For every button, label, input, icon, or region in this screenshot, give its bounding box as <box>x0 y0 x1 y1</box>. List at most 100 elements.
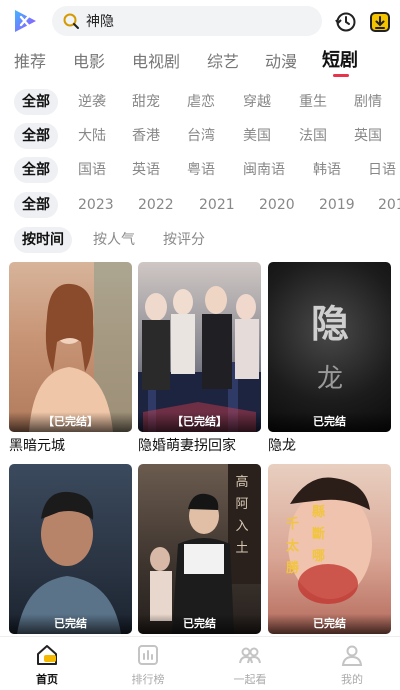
poster-glyph: 哪 <box>312 549 325 564</box>
poster-glyph: 縣 <box>312 504 325 520</box>
filter-row-genre: 全部 逆袭 甜宠 虐恋 穿越 重生 剧情 <box>0 89 400 119</box>
filter-chip[interactable]: 2023 <box>70 192 122 218</box>
filter-chip[interactable]: 法国 <box>291 123 335 149</box>
active-tab-indicator <box>333 74 349 77</box>
poster-art <box>17 491 121 634</box>
status-badge: 已完结 <box>138 614 261 634</box>
filter-row-region: 全部 大陆 香港 台湾 美国 法国 英国 <box>0 123 400 153</box>
tab-tv-series[interactable]: 电视剧 <box>132 48 180 72</box>
filter-chip[interactable]: 英语 <box>124 157 168 183</box>
filter-row-year: 全部 2023 2022 2021 2020 2019 201 <box>0 192 400 222</box>
filter-chip[interactable]: 英国 <box>346 123 390 149</box>
filter-chip[interactable]: 全部 <box>14 157 58 183</box>
filter-chip[interactable]: 全部 <box>14 192 58 218</box>
drama-card[interactable]: 已完结 <box>9 464 132 634</box>
filter-chip[interactable]: 全部 <box>14 123 58 149</box>
filter-chip[interactable]: 2021 <box>191 192 243 218</box>
filter-chip[interactable]: 香港 <box>124 123 168 149</box>
poster-image[interactable]: 【已完结】 <box>9 262 132 432</box>
poster-glyph: 高 <box>235 474 248 490</box>
filter-chip[interactable]: 逆袭 <box>70 89 114 115</box>
poster-glyph: 勝 <box>286 560 300 576</box>
drama-card[interactable]: 【已完结】 黑暗元城 <box>9 262 132 455</box>
filter-row-sort: 按时间 按人气 按评分 <box>0 227 400 257</box>
card-title[interactable]: 隐龙 <box>268 435 391 455</box>
poster-image[interactable]: 已完结 <box>9 464 132 634</box>
poster-glyph: 千 <box>286 516 299 532</box>
filter-chip[interactable]: 大陆 <box>70 123 114 149</box>
bottom-nav: 首页 排行榜 一起看 我的 <box>0 636 400 690</box>
status-badge: 【已完结】 <box>138 412 261 432</box>
filter-chip[interactable]: 台湾 <box>179 123 223 149</box>
filter-chip[interactable]: 穿越 <box>235 89 279 115</box>
poster-image[interactable]: 【已完结】 <box>138 262 261 432</box>
tab-recommend[interactable]: 推荐 <box>14 48 46 72</box>
filter-chip[interactable]: 2020 <box>251 192 303 218</box>
filter-chip[interactable]: 粤语 <box>179 157 223 183</box>
top-bar <box>0 0 400 44</box>
poster-glyph: 隐 <box>311 301 349 346</box>
category-tabs: 推荐 电影 电视剧 综艺 动漫 短剧 <box>0 44 400 80</box>
nav-label: 首页 <box>36 673 58 686</box>
poster-image[interactable]: 高 阿 入 土 已完结 <box>138 464 261 634</box>
nav-label: 我的 <box>341 673 363 686</box>
sort-chip[interactable]: 按时间 <box>14 227 72 253</box>
ranking-icon <box>138 645 158 665</box>
tab-variety[interactable]: 综艺 <box>207 48 239 72</box>
nav-watch-together[interactable]: 一起看 <box>220 643 280 687</box>
poster-art: 隐 龙 <box>311 301 349 394</box>
status-badge: 【已完结】 <box>9 412 132 432</box>
tab-movie[interactable]: 电影 <box>73 48 105 72</box>
filter-chip[interactable]: 2019 <box>311 192 363 218</box>
poster-glyph: 土 <box>235 541 248 556</box>
nav-label: 一起看 <box>233 673 267 686</box>
poster-glyph: 阿 <box>235 497 248 512</box>
poster-image[interactable]: 千 太 勝 縣 斷 哪 已完结 <box>268 464 391 634</box>
filter-row-language: 全部 国语 英语 粤语 闽南语 韩语 日语 <box>0 157 400 187</box>
home-icon <box>37 645 57 665</box>
filter-chip[interactable]: 闽南语 <box>235 157 293 183</box>
poster-glyph: 入 <box>235 519 248 534</box>
tab-short-drama[interactable]: 短剧 <box>322 46 358 72</box>
filter-chip[interactable]: 美国 <box>235 123 279 149</box>
poster-art: 千 太 勝 縣 斷 哪 <box>285 477 372 604</box>
filter-chip[interactable]: 日语 <box>360 157 400 183</box>
drama-card[interactable]: 千 太 勝 縣 斷 哪 已完结 <box>268 464 391 634</box>
filter-chip[interactable]: 201 <box>370 192 400 218</box>
filter-chip[interactable]: 虐恋 <box>179 89 223 115</box>
card-title[interactable]: 隐婚萌妻拐回家 <box>138 435 261 455</box>
status-badge: 已完结 <box>268 412 391 432</box>
download-icon[interactable] <box>368 10 392 34</box>
card-title[interactable]: 黑暗元城 <box>9 435 132 455</box>
filter-chip[interactable]: 甜宠 <box>124 89 168 115</box>
app-logo-icon[interactable] <box>12 8 38 34</box>
search-input[interactable] <box>86 13 306 29</box>
filter-chip[interactable]: 2022 <box>130 192 182 218</box>
status-badge: 已完结 <box>268 614 391 634</box>
poster-glyph: 龙 <box>317 364 343 394</box>
search-icon <box>63 13 79 29</box>
group-icon <box>239 647 261 664</box>
filter-chip[interactable]: 剧情 <box>346 89 390 115</box>
sort-chip[interactable]: 按人气 <box>85 227 143 253</box>
drama-card[interactable]: 【已完结】 隐婚萌妻拐回家 <box>138 262 261 455</box>
poster-art <box>138 286 261 432</box>
nav-profile[interactable]: 我的 <box>322 643 382 687</box>
poster-art: 高 阿 入 土 <box>150 464 261 634</box>
poster-glyph: 太 <box>285 538 300 554</box>
filter-chip[interactable]: 全部 <box>14 89 58 115</box>
search-bar[interactable] <box>52 6 322 36</box>
status-badge: 已完结 <box>9 614 132 634</box>
filter-chip[interactable]: 国语 <box>70 157 114 183</box>
drama-card[interactable]: 隐 龙 已完结 隐龙 <box>268 262 391 455</box>
poster-image[interactable]: 隐 龙 已完结 <box>268 262 391 432</box>
nav-ranking[interactable]: 排行榜 <box>118 643 178 687</box>
filter-chip[interactable]: 韩语 <box>305 157 349 183</box>
nav-home[interactable]: 首页 <box>17 643 77 687</box>
tab-anime[interactable]: 动漫 <box>265 48 297 72</box>
drama-card[interactable]: 高 阿 入 土 已完结 <box>138 464 261 634</box>
history-icon[interactable] <box>334 10 358 34</box>
poster-art <box>29 262 132 432</box>
sort-chip[interactable]: 按评分 <box>155 227 213 253</box>
filter-chip[interactable]: 重生 <box>291 89 335 115</box>
